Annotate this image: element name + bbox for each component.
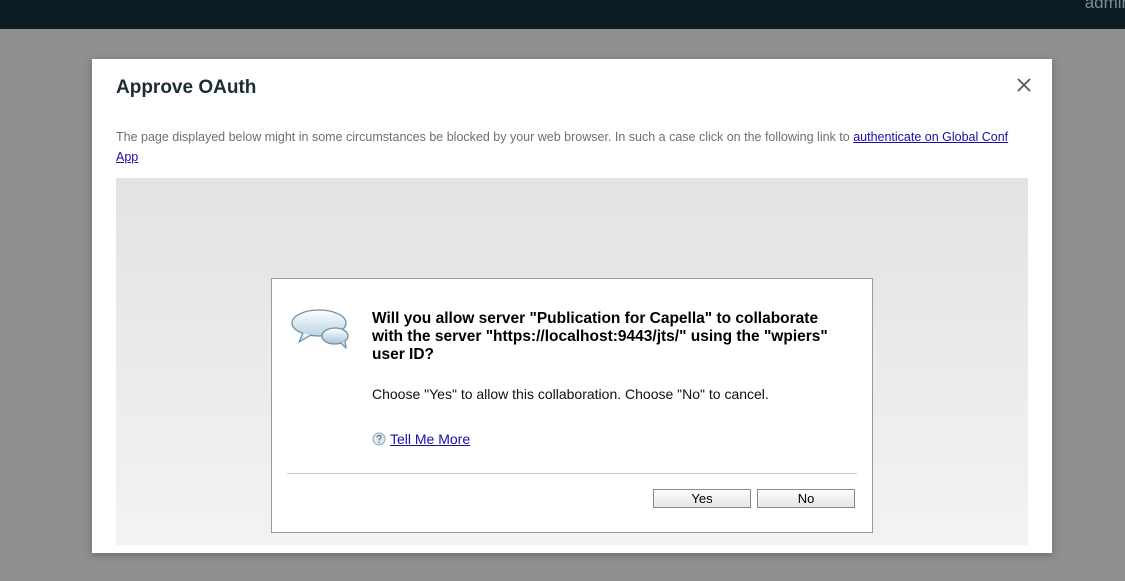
speech-bubbles-icon [291, 309, 349, 349]
collaboration-question: Will you allow server "Publication for C… [372, 310, 828, 363]
notice-text: The page displayed below might in some c… [116, 130, 854, 144]
tell-me-more-label: Tell Me More [390, 431, 471, 447]
yes-button[interactable]: Yes [653, 489, 751, 508]
top-navigation-bar: admin [0, 0, 1125, 29]
no-button[interactable]: No [757, 489, 855, 508]
user-menu[interactable]: admin [1085, 0, 1125, 13]
collaboration-instruction: Choose "Yes" to allow this collaboration… [372, 386, 769, 402]
modal-title: Approve OAuth [116, 77, 257, 98]
close-icon [1017, 78, 1031, 92]
browser-block-notice: The page displayed below might in some c… [116, 127, 1016, 167]
dialog-separator [287, 473, 857, 474]
approve-oauth-modal: Approve OAuth The page displayed below m… [92, 59, 1052, 553]
close-button[interactable] [1014, 75, 1034, 95]
collaboration-dialog: Will you allow server "Publication for C… [271, 278, 873, 533]
embedded-oauth-frame: Will you allow server "Publication for C… [116, 178, 1028, 545]
help-icon [372, 432, 386, 446]
tell-me-more-link[interactable]: Tell Me More [372, 431, 470, 447]
